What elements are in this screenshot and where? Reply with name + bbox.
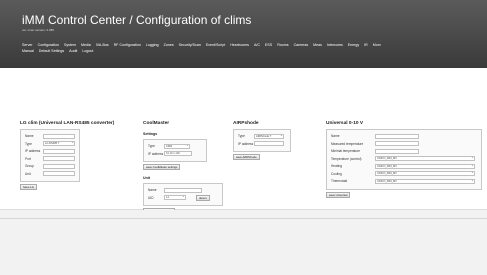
nav-item-rooms[interactable]: Rooms [277,42,288,48]
nav-item-mom[interactable]: Mom [373,42,381,48]
page-title: iMM Control Center / Configuration of cl… [22,13,252,27]
nav-item-meas[interactable]: Meas [313,42,322,48]
nav-item-rf-configuration[interactable]: RF Configuration [114,42,141,48]
lg-unit-input[interactable] [43,171,75,176]
cm-type-select[interactable]: CM4I [164,143,190,149]
nav-item-ir[interactable]: IR [364,42,368,48]
lg-unit-label: Unit [25,171,31,176]
lg-name-input[interactable] [43,133,75,139]
uni-heating-label: Heating [331,164,342,168]
uni-heating-select[interactable]: UNICO_DIM_MV [375,163,475,169]
app-header: iMM Control Center / Configuration of cl… [0,0,487,68]
uni-minimal-label: Minimal temperature [331,149,361,153]
lg-group-input[interactable] [43,163,75,169]
uni-measured-input[interactable] [375,141,419,146]
uni-cooling-select[interactable]: UNICO_DIM_MV [375,171,475,176]
main-content: LG clim (Universal LAN-RS485 converter) … [0,68,487,214]
coolmaster-settings-title: Settings [143,132,158,136]
uni-measured-label: Measured temperature [331,141,364,146]
nav-item-cameras[interactable]: Cameras [294,42,309,48]
lg-clim-panel: LG clim (Universal LAN-RS485 converter) … [20,121,130,190]
airp-ip-label: IP address [238,141,254,146]
nav-item-iva-bus[interactable]: IVA-Bus [96,42,109,48]
nav-item-default-settings[interactable]: Default Settings [39,48,64,54]
cm-ip-label: IP address [148,151,164,156]
nav-item-event-script[interactable]: Event/Script [206,42,225,48]
nav-item-ac[interactable]: A/C [254,42,260,48]
nav-item-manual[interactable]: Manual [22,48,34,54]
uni-name-input[interactable] [375,133,419,139]
cm-unit-name-input[interactable] [164,187,202,193]
lg-type-label: Type [25,141,32,146]
nav-item-logging[interactable]: Logging [146,42,159,48]
footer-divider [0,218,487,219]
lg-ip-label: IP address [25,149,41,153]
airpshode-panel: AIRPshode Type AIRPshode T IP address sav… [233,121,297,160]
universal-panel: Universal 0-10 V Name Measured temperatu… [326,121,486,198]
nav-item-intercoms[interactable]: Intercoms [327,42,343,48]
lg-clim-form: Name Type LG RS485 T IP address Port Grou… [20,129,80,182]
uni-thermostat-select[interactable]: UNICO_DIM_MV [375,178,475,184]
uni-control-select[interactable]: UNICO_DIM_MV [375,156,475,161]
coolmaster-unit-form: Name UID L1 detect [143,183,223,206]
lg-type-select[interactable]: LG RS485 T [43,141,75,146]
uni-thermostat-label: Thermostat [331,179,348,183]
coolmaster-unit-title: Unit [143,176,150,180]
cm-type-label: Type [148,144,155,148]
airpshode-form: Type AIRPshode T IP address [233,129,291,152]
lg-port-label: Port [25,156,31,161]
coolmaster-panel: CoolMaster Settings Type CM4I IP address1… [143,121,223,214]
uni-cooling-label: Cooling [331,171,342,176]
save-coolmaster-settings-button[interactable]: save CoolMaster settings [143,164,181,170]
airpshode-title: AIRPshode [233,121,259,126]
uni-minimal-input[interactable] [375,148,419,154]
universal-form: Name Measured temperature Minimal temper… [326,129,482,190]
airp-type-label: Type [238,134,245,138]
uni-name-label: Name [331,134,340,138]
nav-item-logout[interactable]: Logout [82,48,93,54]
coolmaster-settings-form: Type CM4I IP address10.10.1.100 [143,139,207,162]
nav-item-zones[interactable]: Zones [164,42,174,48]
cm-unit-uid-select[interactable]: L1 [164,195,186,200]
lg-group-label: Group [25,164,34,168]
lg-port-input[interactable] [43,156,75,161]
universal-title: Universal 0-10 V [326,121,364,126]
save-airpshode-button[interactable]: save AIRPshode [233,154,260,160]
coolmaster-title: CoolMaster [143,121,170,126]
footer-area [0,210,487,275]
cm-unit-detect-button[interactable]: detect [196,194,210,201]
main-nav: Server Configuration System Media IVA-Bu… [22,42,484,54]
cm-unit-name-label: Name [148,188,157,192]
save-universal-button[interactable]: save Universal [326,191,351,198]
airp-type-select[interactable]: AIRPshode T [254,133,284,139]
nav-item-security-scan[interactable]: Security/Scan [179,42,201,48]
cm-unit-uid-label: UID [148,195,154,200]
save-lg-button[interactable]: Save LG [20,184,37,190]
nav-item-ess[interactable]: ESS [265,42,272,48]
airp-ip-input[interactable] [254,141,284,146]
nav-item-audit[interactable]: Audit [69,48,77,54]
lg-ip-input[interactable] [43,148,75,154]
lg-name-label: Name [25,134,34,138]
lg-clim-title: LG clim (Universal LAN-RS485 converter) [20,121,115,126]
nav-item-heartrooms[interactable]: Heartrooms [230,42,249,48]
nav-item-energy[interactable]: Energy [348,42,359,48]
uni-control-label: Temperature (control) [331,156,362,161]
cm-ip-input[interactable]: 10.10.1.100 [164,151,192,156]
version-label: ver. inner version: 2.085 [22,28,55,32]
